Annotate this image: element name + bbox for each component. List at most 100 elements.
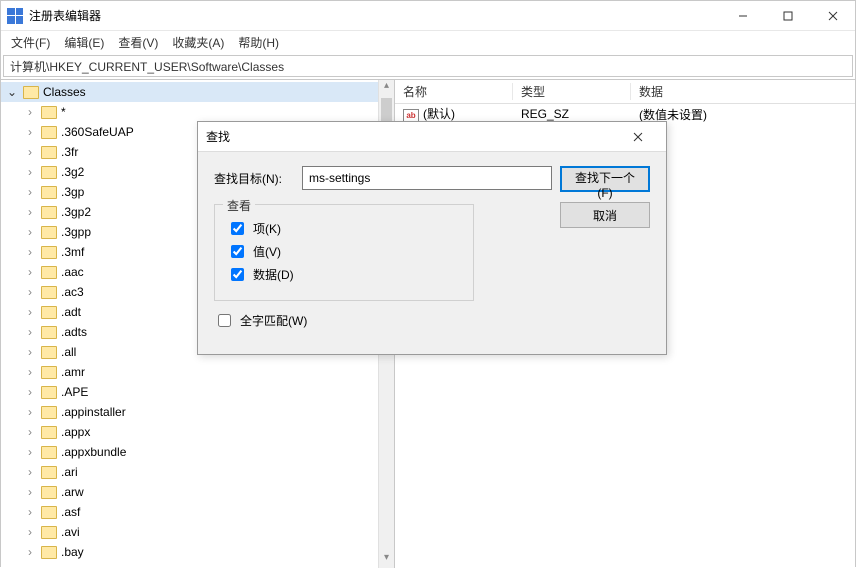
tree-node[interactable]: › .avi xyxy=(1,522,394,542)
dialog-titlebar[interactable]: 查找 xyxy=(198,122,666,152)
maximize-button[interactable] xyxy=(765,1,810,31)
expand-icon[interactable]: › xyxy=(23,245,37,259)
tree-node-classes[interactable]: ⌄ Classes xyxy=(1,82,394,102)
close-icon xyxy=(828,11,838,21)
tree-node[interactable]: › .arw xyxy=(1,482,394,502)
folder-icon xyxy=(41,546,57,559)
tree-node-label: .3gp xyxy=(61,185,84,199)
chk-keys[interactable] xyxy=(231,222,244,235)
tree-node-label: .ari xyxy=(61,465,78,479)
find-target-input[interactable] xyxy=(302,166,552,190)
expand-icon[interactable]: › xyxy=(23,205,37,219)
folder-icon xyxy=(41,166,57,179)
menubar: 文件(F) 编辑(E) 查看(V) 收藏夹(A) 帮助(H) xyxy=(1,31,855,53)
menu-favorites[interactable]: 收藏夹(A) xyxy=(172,34,224,51)
tree-node-label: .3mf xyxy=(61,245,84,259)
folder-icon xyxy=(41,386,57,399)
expand-icon[interactable]: › xyxy=(23,545,37,559)
tree-node-label: .appinstaller xyxy=(61,405,126,419)
cancel-button[interactable]: 取消 xyxy=(560,202,650,228)
expand-icon[interactable]: › xyxy=(23,305,37,319)
tree-node-label: .360SafeUAP xyxy=(61,125,134,139)
group-legend: 查看 xyxy=(223,197,255,214)
tree-node-label: .avi xyxy=(61,525,80,539)
tree-node-label: .arw xyxy=(61,485,84,499)
expand-icon[interactable]: › xyxy=(23,325,37,339)
dialog-close-button[interactable] xyxy=(618,123,658,151)
minimize-icon xyxy=(738,11,748,21)
menu-edit[interactable]: 编辑(E) xyxy=(64,34,104,51)
expand-icon[interactable]: › xyxy=(23,445,37,459)
expand-icon[interactable]: › xyxy=(23,105,37,119)
menu-file[interactable]: 文件(F) xyxy=(11,34,50,51)
expand-icon[interactable]: › xyxy=(23,505,37,519)
expand-icon[interactable]: › xyxy=(23,265,37,279)
tree-node-label: .bay xyxy=(61,545,84,559)
col-name[interactable]: 名称 xyxy=(395,83,513,100)
expand-icon[interactable]: › xyxy=(23,225,37,239)
chk-values[interactable] xyxy=(231,245,244,258)
value-data: (数值未设置) xyxy=(631,106,855,123)
expand-icon[interactable]: › xyxy=(23,185,37,199)
menu-view[interactable]: 查看(V) xyxy=(118,34,158,51)
folder-icon xyxy=(41,466,57,479)
expand-icon[interactable]: › xyxy=(23,125,37,139)
expand-icon[interactable]: › xyxy=(23,145,37,159)
folder-icon xyxy=(41,526,57,539)
find-dialog: 查找 查找目标(N): 查找下一个(F) 取消 查看 项(K) 值(V) xyxy=(197,121,667,355)
expand-icon[interactable]: › xyxy=(23,425,37,439)
titlebar: 注册表编辑器 xyxy=(1,1,855,31)
address-bar[interactable]: 计算机\HKEY_CURRENT_USER\Software\Classes xyxy=(3,55,853,77)
scroll-up-icon[interactable]: ▴ xyxy=(379,80,394,96)
expand-icon[interactable]: › xyxy=(23,485,37,499)
tree-node[interactable]: › .asf xyxy=(1,502,394,522)
tree-node[interactable]: ›* xyxy=(1,102,394,122)
expand-icon[interactable]: › xyxy=(23,285,37,299)
folder-icon xyxy=(41,246,57,259)
tree-node[interactable]: › .ari xyxy=(1,462,394,482)
folder-icon xyxy=(41,226,57,239)
dialog-title: 查找 xyxy=(206,128,230,145)
tree-node-label: * xyxy=(61,105,66,119)
tree-node-label: .asf xyxy=(61,505,80,519)
menu-help[interactable]: 帮助(H) xyxy=(238,34,279,51)
chk-data-label: 数据(D) xyxy=(253,266,294,283)
tree-node-label: .appx xyxy=(61,425,90,439)
tree-node[interactable]: › .appinstaller xyxy=(1,402,394,422)
expand-icon[interactable]: › xyxy=(23,465,37,479)
tree-node-label: .adt xyxy=(61,305,81,319)
tree-node[interactable]: › .appxbundle xyxy=(1,442,394,462)
tree-node-label: .3gpp xyxy=(61,225,91,239)
close-button[interactable] xyxy=(810,1,855,31)
minimize-button[interactable] xyxy=(720,1,765,31)
col-type[interactable]: 类型 xyxy=(513,83,631,100)
folder-icon xyxy=(41,326,57,339)
chk-whole-word-label: 全字匹配(W) xyxy=(240,312,307,329)
folder-icon xyxy=(41,346,57,359)
scroll-down-icon[interactable]: ▾ xyxy=(379,552,394,568)
expand-icon[interactable]: › xyxy=(23,365,37,379)
expand-icon[interactable]: ⌄ xyxy=(5,85,19,99)
window-title: 注册表编辑器 xyxy=(29,7,101,24)
value-type: REG_SZ xyxy=(513,107,631,121)
folder-icon xyxy=(41,486,57,499)
expand-icon[interactable]: › xyxy=(23,385,37,399)
tree-node[interactable]: › .appx xyxy=(1,422,394,442)
expand-icon[interactable]: › xyxy=(23,405,37,419)
values-header: 名称 类型 数据 xyxy=(395,80,855,104)
tree-node-label: .amr xyxy=(61,365,85,379)
expand-icon[interactable]: › xyxy=(23,525,37,539)
close-icon xyxy=(633,132,643,142)
folder-icon xyxy=(41,126,57,139)
tree-node-label: .all xyxy=(61,345,76,359)
tree-node[interactable]: › .bay xyxy=(1,542,394,562)
tree-node-label: .appxbundle xyxy=(61,445,126,459)
tree-node[interactable]: ›.APE xyxy=(1,382,394,402)
tree-node[interactable]: › .amr xyxy=(1,362,394,382)
expand-icon[interactable]: › xyxy=(23,165,37,179)
col-data[interactable]: 数据 xyxy=(631,83,855,100)
expand-icon[interactable]: › xyxy=(23,345,37,359)
chk-data[interactable] xyxy=(231,268,244,281)
find-next-button[interactable]: 查找下一个(F) xyxy=(560,166,650,192)
chk-whole-word[interactable] xyxy=(218,314,231,327)
